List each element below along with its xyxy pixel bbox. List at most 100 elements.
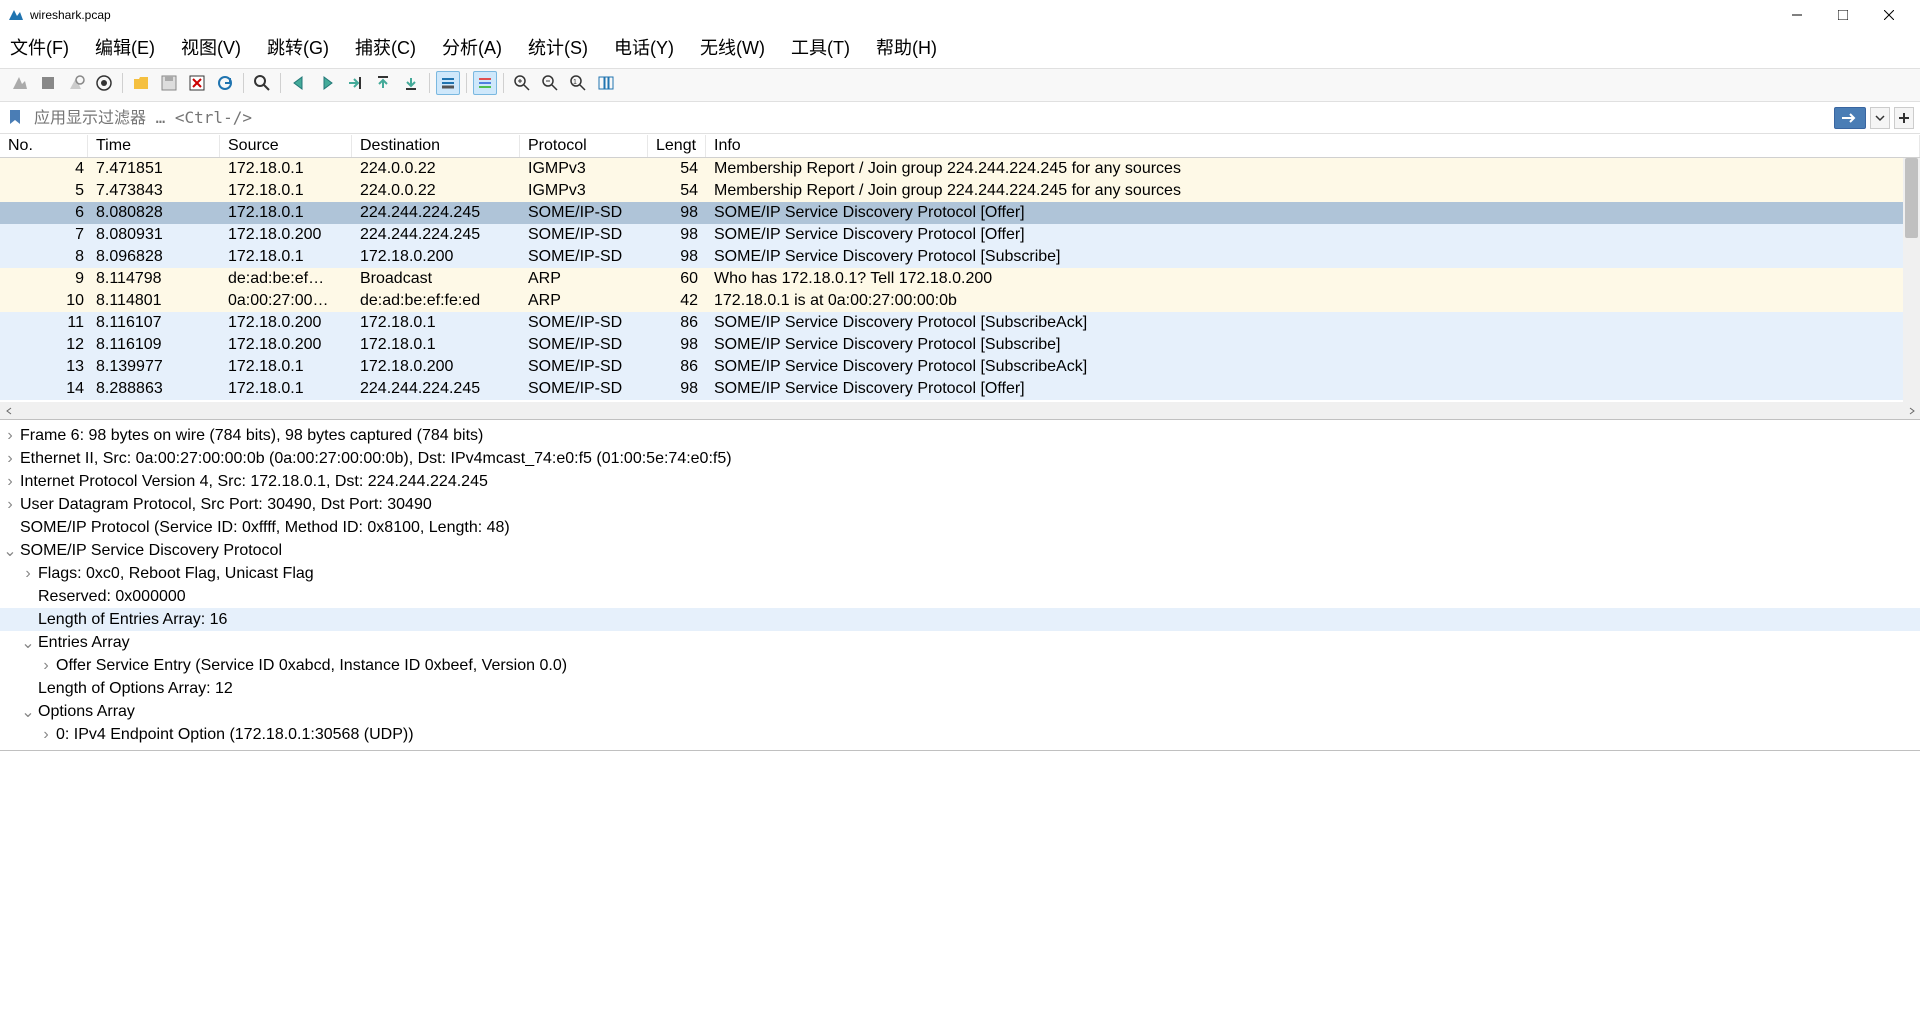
go-forward-icon[interactable] bbox=[315, 71, 339, 95]
expand-toggle-icon[interactable]: ⌄ bbox=[0, 541, 20, 561]
detail-text: 0: IPv4 Endpoint Option (172.18.0.1:3056… bbox=[56, 726, 414, 744]
packet-row[interactable]: 68.080828172.18.0.1224.244.224.245SOME/I… bbox=[0, 202, 1920, 224]
menu-tools[interactable]: 工具(T) bbox=[791, 34, 850, 60]
expand-toggle-icon[interactable]: › bbox=[18, 565, 38, 583]
col-time[interactable]: Time bbox=[88, 135, 220, 157]
packet-details[interactable]: ›Frame 6: 98 bytes on wire (784 bits), 9… bbox=[0, 420, 1920, 751]
maximize-button[interactable] bbox=[1820, 0, 1866, 30]
menubar: 文件(F) 编辑(E) 视图(V) 跳转(G) 捕获(C) 分析(A) 统计(S… bbox=[0, 30, 1920, 68]
shark-fin-icon[interactable] bbox=[8, 71, 32, 95]
go-to-packet-icon[interactable] bbox=[343, 71, 367, 95]
packet-row[interactable]: 78.080931172.18.0.200224.244.224.245SOME… bbox=[0, 224, 1920, 246]
packet-row[interactable]: 57.473843172.18.0.1224.0.0.22IGMPv354Mem… bbox=[0, 180, 1920, 202]
detail-text: SOME/IP Service Discovery Protocol bbox=[20, 542, 282, 560]
expand-toggle-icon[interactable]: › bbox=[0, 496, 20, 514]
scroll-right-icon[interactable] bbox=[1903, 402, 1920, 419]
detail-line[interactable]: Length of Options Array: 12 bbox=[0, 677, 1920, 700]
detail-line[interactable]: ›Frame 6: 98 bytes on wire (784 bits), 9… bbox=[0, 424, 1920, 447]
detail-text: Entries Array bbox=[38, 634, 130, 652]
titlebar: wireshark.pcap bbox=[0, 0, 1920, 30]
detail-line[interactable]: Reserved: 0x000000 bbox=[0, 585, 1920, 608]
menu-telephony[interactable]: 电话(Y) bbox=[614, 34, 674, 60]
col-info[interactable]: Info bbox=[706, 135, 1920, 157]
scroll-left-icon[interactable] bbox=[0, 402, 17, 419]
reload-icon[interactable] bbox=[213, 71, 237, 95]
zoom-reset-icon[interactable]: 1 bbox=[566, 71, 590, 95]
packet-row[interactable]: 47.471851172.18.0.1224.0.0.22IGMPv354Mem… bbox=[0, 158, 1920, 180]
go-back-icon[interactable] bbox=[287, 71, 311, 95]
detail-text: Ethernet II, Src: 0a:00:27:00:00:0b (0a:… bbox=[20, 450, 732, 468]
detail-text: User Datagram Protocol, Src Port: 30490,… bbox=[20, 496, 432, 514]
expand-toggle-icon[interactable]: › bbox=[36, 726, 56, 744]
menu-help[interactable]: 帮助(H) bbox=[876, 34, 937, 60]
detail-line[interactable]: ⌄SOME/IP Service Discovery Protocol bbox=[0, 539, 1920, 562]
menu-statistics[interactable]: 统计(S) bbox=[528, 34, 588, 60]
find-icon[interactable] bbox=[250, 71, 274, 95]
expand-toggle-icon[interactable]: › bbox=[0, 427, 20, 445]
col-source[interactable]: Source bbox=[220, 135, 352, 157]
go-first-icon[interactable] bbox=[371, 71, 395, 95]
menu-capture[interactable]: 捕获(C) bbox=[355, 34, 416, 60]
packet-list-header[interactable]: No. Time Source Destination Protocol Len… bbox=[0, 134, 1920, 158]
detail-text: Length of Entries Array: 16 bbox=[38, 611, 227, 629]
detail-line[interactable]: ›Flags: 0xc0, Reboot Flag, Unicast Flag bbox=[0, 562, 1920, 585]
detail-text: Reserved: 0x000000 bbox=[38, 588, 186, 606]
menu-edit[interactable]: 编辑(E) bbox=[95, 34, 155, 60]
expand-toggle-icon[interactable]: › bbox=[0, 450, 20, 468]
auto-scroll-icon[interactable] bbox=[436, 71, 460, 95]
packet-row[interactable]: 128.116109172.18.0.200172.18.0.1SOME/IP-… bbox=[0, 334, 1920, 356]
horizontal-scrollbar[interactable] bbox=[0, 402, 1920, 419]
options-icon[interactable] bbox=[92, 71, 116, 95]
detail-line[interactable]: Length of Entries Array: 16 bbox=[0, 608, 1920, 631]
expand-toggle-icon[interactable]: › bbox=[36, 657, 56, 675]
packet-row[interactable]: 148.288863172.18.0.1224.244.224.245SOME/… bbox=[0, 378, 1920, 400]
detail-line[interactable]: ›Offer Service Entry (Service ID 0xabcd,… bbox=[0, 654, 1920, 677]
close-button[interactable] bbox=[1866, 0, 1912, 30]
detail-line[interactable]: SOME/IP Protocol (Service ID: 0xffff, Me… bbox=[0, 516, 1920, 539]
packet-row[interactable]: 118.116107172.18.0.200172.18.0.1SOME/IP-… bbox=[0, 312, 1920, 334]
stop-icon[interactable] bbox=[36, 71, 60, 95]
detail-line[interactable]: ›Internet Protocol Version 4, Src: 172.1… bbox=[0, 470, 1920, 493]
filter-add-button[interactable] bbox=[1894, 107, 1914, 129]
detail-line[interactable]: ⌄Entries Array bbox=[0, 631, 1920, 654]
menu-analyze[interactable]: 分析(A) bbox=[442, 34, 502, 60]
detail-line[interactable]: ›0: IPv4 Endpoint Option (172.18.0.1:305… bbox=[0, 723, 1920, 746]
expand-toggle-icon[interactable]: ⌄ bbox=[18, 633, 38, 653]
detail-line[interactable]: ⌄Options Array bbox=[0, 700, 1920, 723]
apply-filter-button[interactable] bbox=[1834, 107, 1866, 129]
col-no[interactable]: No. bbox=[0, 135, 88, 157]
display-filter-input[interactable] bbox=[30, 106, 1830, 129]
expand-toggle-icon[interactable]: ⌄ bbox=[18, 702, 38, 722]
toolbar: 1 bbox=[0, 68, 1920, 102]
menu-go[interactable]: 跳转(G) bbox=[267, 34, 329, 60]
detail-line[interactable]: ›User Datagram Protocol, Src Port: 30490… bbox=[0, 493, 1920, 516]
open-icon[interactable] bbox=[129, 71, 153, 95]
detail-line[interactable]: ›Ethernet II, Src: 0a:00:27:00:00:0b (0a… bbox=[0, 447, 1920, 470]
menu-view[interactable]: 视图(V) bbox=[181, 34, 241, 60]
packet-row[interactable]: 138.139977172.18.0.1172.18.0.200SOME/IP-… bbox=[0, 356, 1920, 378]
resize-columns-icon[interactable] bbox=[594, 71, 618, 95]
packet-row[interactable]: 98.114798de:ad:be:ef…BroadcastARP60Who h… bbox=[0, 268, 1920, 290]
minimize-button[interactable] bbox=[1774, 0, 1820, 30]
detail-text: Length of Options Array: 12 bbox=[38, 680, 233, 698]
col-protocol[interactable]: Protocol bbox=[520, 135, 648, 157]
bookmark-icon[interactable] bbox=[6, 108, 26, 128]
colorize-icon[interactable] bbox=[473, 71, 497, 95]
save-icon[interactable] bbox=[157, 71, 181, 95]
packet-list-body[interactable]: 47.471851172.18.0.1224.0.0.22IGMPv354Mem… bbox=[0, 158, 1920, 402]
restart-icon[interactable] bbox=[64, 71, 88, 95]
zoom-in-icon[interactable] bbox=[510, 71, 534, 95]
go-last-icon[interactable] bbox=[399, 71, 423, 95]
col-length[interactable]: Lengt bbox=[648, 135, 706, 157]
menu-wireless[interactable]: 无线(W) bbox=[700, 34, 765, 60]
packet-row[interactable]: 108.1148010a:00:27:00…de:ad:be:ef:fe:edA… bbox=[0, 290, 1920, 312]
col-destination[interactable]: Destination bbox=[352, 135, 520, 157]
filter-dropdown-button[interactable] bbox=[1870, 107, 1890, 129]
vertical-scrollbar[interactable] bbox=[1903, 158, 1920, 403]
expand-toggle-icon[interactable]: › bbox=[0, 473, 20, 491]
detail-text: Flags: 0xc0, Reboot Flag, Unicast Flag bbox=[38, 565, 314, 583]
zoom-out-icon[interactable] bbox=[538, 71, 562, 95]
menu-file[interactable]: 文件(F) bbox=[10, 34, 69, 60]
packet-row[interactable]: 88.096828172.18.0.1172.18.0.200SOME/IP-S… bbox=[0, 246, 1920, 268]
close-file-icon[interactable] bbox=[185, 71, 209, 95]
